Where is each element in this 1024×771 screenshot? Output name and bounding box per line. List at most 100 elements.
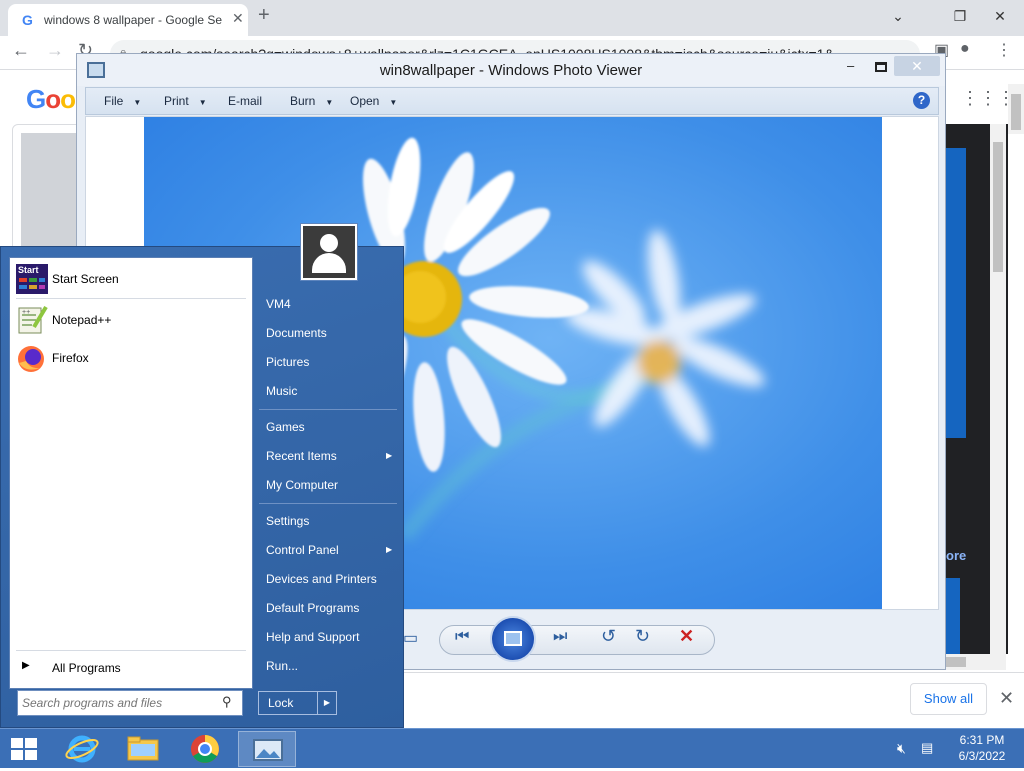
- taskbar-chrome[interactable]: [176, 731, 234, 767]
- page-scrollbar[interactable]: [1008, 84, 1024, 134]
- pinned-start-screen[interactable]: Start Start Screen: [16, 262, 248, 298]
- tab-strip: G windows 8 wallpaper - Google Se ✕ + ⌄ …: [0, 0, 1024, 36]
- chevron-down-icon: ▼: [133, 98, 142, 107]
- chevron-down-icon: ▼: [389, 98, 398, 107]
- triangle-right-icon: ▶: [22, 660, 30, 671]
- clock-date[interactable]: 6/3/2022: [950, 749, 1014, 763]
- image-result-card[interactable]: [12, 124, 84, 254]
- tab-close-icon[interactable]: ✕: [232, 10, 244, 27]
- maximize-button[interactable]: [875, 62, 887, 72]
- new-tab-button[interactable]: +: [258, 4, 270, 27]
- related-image[interactable]: [946, 578, 960, 654]
- photo-viewer-titlebar[interactable]: win8wallpaper - Windows Photo Viewer – ✕: [77, 54, 945, 86]
- delete-icon[interactable]: ✕: [679, 626, 694, 647]
- sm-right-music[interactable]: Music: [266, 384, 297, 398]
- taskbar-photo-viewer[interactable]: [238, 731, 296, 767]
- triangle-right-icon: ▶: [386, 545, 393, 554]
- next-icon[interactable]: ⏭: [553, 628, 567, 646]
- horizontal-scrollbar[interactable]: [946, 654, 1006, 670]
- start-button[interactable]: [0, 731, 48, 767]
- forward-icon[interactable]: →: [46, 40, 64, 61]
- sm-right-recent-items[interactable]: Recent Items ▶: [266, 449, 394, 463]
- all-programs-button[interactable]: ▶ All Programs: [20, 660, 240, 680]
- photo-viewer-icon: [253, 739, 283, 761]
- chevron-down-icon: ▼: [325, 98, 334, 107]
- sm-item-label: Firefox: [52, 351, 89, 365]
- notepadpp-icon: ++: [16, 305, 48, 335]
- user-avatar[interactable]: [301, 224, 357, 280]
- sm-right-pictures[interactable]: Pictures: [266, 355, 309, 369]
- folder-icon: [127, 736, 159, 761]
- rotate-clockwise-icon[interactable]: ↻: [635, 626, 650, 647]
- sm-right-control-panel[interactable]: Control Panel ▶: [266, 543, 394, 557]
- divider: [16, 650, 246, 651]
- firefox-icon: [16, 343, 48, 373]
- profile-avatar-icon[interactable]: ●: [960, 40, 970, 58]
- volume-muted-icon[interactable]: 🔇︎: [897, 740, 906, 757]
- more-link[interactable]: ore: [946, 548, 966, 563]
- start-search-box[interactable]: ⚲: [17, 690, 243, 716]
- network-icon[interactable]: ▤: [921, 740, 933, 756]
- sm-right-devices-printers[interactable]: Devices and Printers: [266, 572, 377, 586]
- sm-right-default-programs[interactable]: Default Programs: [266, 601, 359, 615]
- preview-scrollbar[interactable]: [990, 124, 1006, 654]
- triangle-right-icon: ▶: [386, 451, 393, 460]
- sm-right-my-computer[interactable]: My Computer: [266, 478, 338, 492]
- slideshow-button[interactable]: [490, 616, 536, 662]
- slideshow-icon: [504, 631, 522, 646]
- minimize-button[interactable]: –: [847, 58, 854, 73]
- sm-right-run[interactable]: Run...: [266, 659, 298, 673]
- start-screen-icon: Start: [16, 264, 48, 294]
- show-all-button[interactable]: Show all: [910, 683, 987, 715]
- navigation-pill: [439, 625, 715, 655]
- pinned-notepadpp[interactable]: ++ Notepad++: [16, 303, 248, 339]
- taskbar-file-explorer[interactable]: [114, 731, 172, 767]
- internet-explorer-icon: [65, 735, 99, 763]
- start-menu: Start Start Screen ++ Notepad++ Firefox: [0, 224, 404, 728]
- sm-right-user[interactable]: VM4: [266, 297, 291, 311]
- previous-icon[interactable]: ⏮: [455, 628, 469, 646]
- menu-open[interactable]: Open ▼: [350, 94, 397, 108]
- taskbar-internet-explorer[interactable]: [54, 731, 112, 767]
- search-icon[interactable]: ⚲: [222, 694, 232, 710]
- google-apps-icon[interactable]: ⋮⋮⋮: [961, 88, 1015, 109]
- help-icon[interactable]: ?: [913, 92, 930, 109]
- window-close-button[interactable]: ✕: [980, 2, 1020, 30]
- chrome-menu-icon[interactable]: ⋮: [996, 40, 1012, 60]
- sm-item-label: Start Screen: [52, 272, 119, 286]
- close-button[interactable]: ✕: [894, 56, 940, 76]
- svg-text:++: ++: [22, 309, 30, 316]
- clock-time[interactable]: 6:31 PM: [950, 733, 1014, 747]
- window-restore-button[interactable]: ❐: [940, 2, 980, 30]
- download-bar-close-icon[interactable]: ✕: [999, 688, 1014, 709]
- divider: [259, 503, 397, 504]
- tab-title: windows 8 wallpaper - Google Se: [44, 13, 223, 27]
- menu-file[interactable]: File ▼: [104, 94, 141, 108]
- actual-size-icon[interactable]: ▭: [403, 628, 418, 648]
- divider: [259, 409, 397, 410]
- sm-right-settings[interactable]: Settings: [266, 514, 309, 528]
- rotate-counterclockwise-icon[interactable]: ↺: [601, 626, 616, 647]
- sm-right-help-support[interactable]: Help and Support: [266, 630, 359, 644]
- menu-print[interactable]: Print ▼: [164, 94, 207, 108]
- lock-button[interactable]: Lock: [258, 691, 318, 715]
- back-icon[interactable]: ←: [12, 40, 30, 61]
- photo-viewer-menubar: File ▼ Print ▼ E-mail Burn ▼ Open ▼ ?: [85, 87, 939, 115]
- menu-email[interactable]: E-mail: [228, 94, 262, 108]
- divider: [16, 298, 246, 299]
- browser-tab[interactable]: G windows 8 wallpaper - Google Se ✕: [8, 4, 248, 36]
- menu-burn[interactable]: Burn ▼: [290, 94, 333, 108]
- search-input[interactable]: [22, 694, 218, 712]
- google-favicon-icon: G: [22, 12, 33, 28]
- pinned-firefox[interactable]: Firefox: [16, 341, 248, 377]
- chevron-down-icon: ▼: [198, 98, 207, 107]
- window-title: win8wallpaper - Windows Photo Viewer: [379, 62, 643, 79]
- preview-image[interactable]: [946, 148, 966, 438]
- lock-options-arrow-icon[interactable]: ▶: [317, 691, 337, 715]
- sm-right-games[interactable]: Games: [266, 420, 305, 434]
- google-logo[interactable]: Goo: [26, 84, 76, 115]
- chrome-icon: [191, 735, 219, 763]
- tab-search-icon[interactable]: ⌄: [878, 2, 918, 30]
- windows-logo-icon: [11, 738, 37, 760]
- sm-right-documents[interactable]: Documents: [266, 326, 327, 340]
